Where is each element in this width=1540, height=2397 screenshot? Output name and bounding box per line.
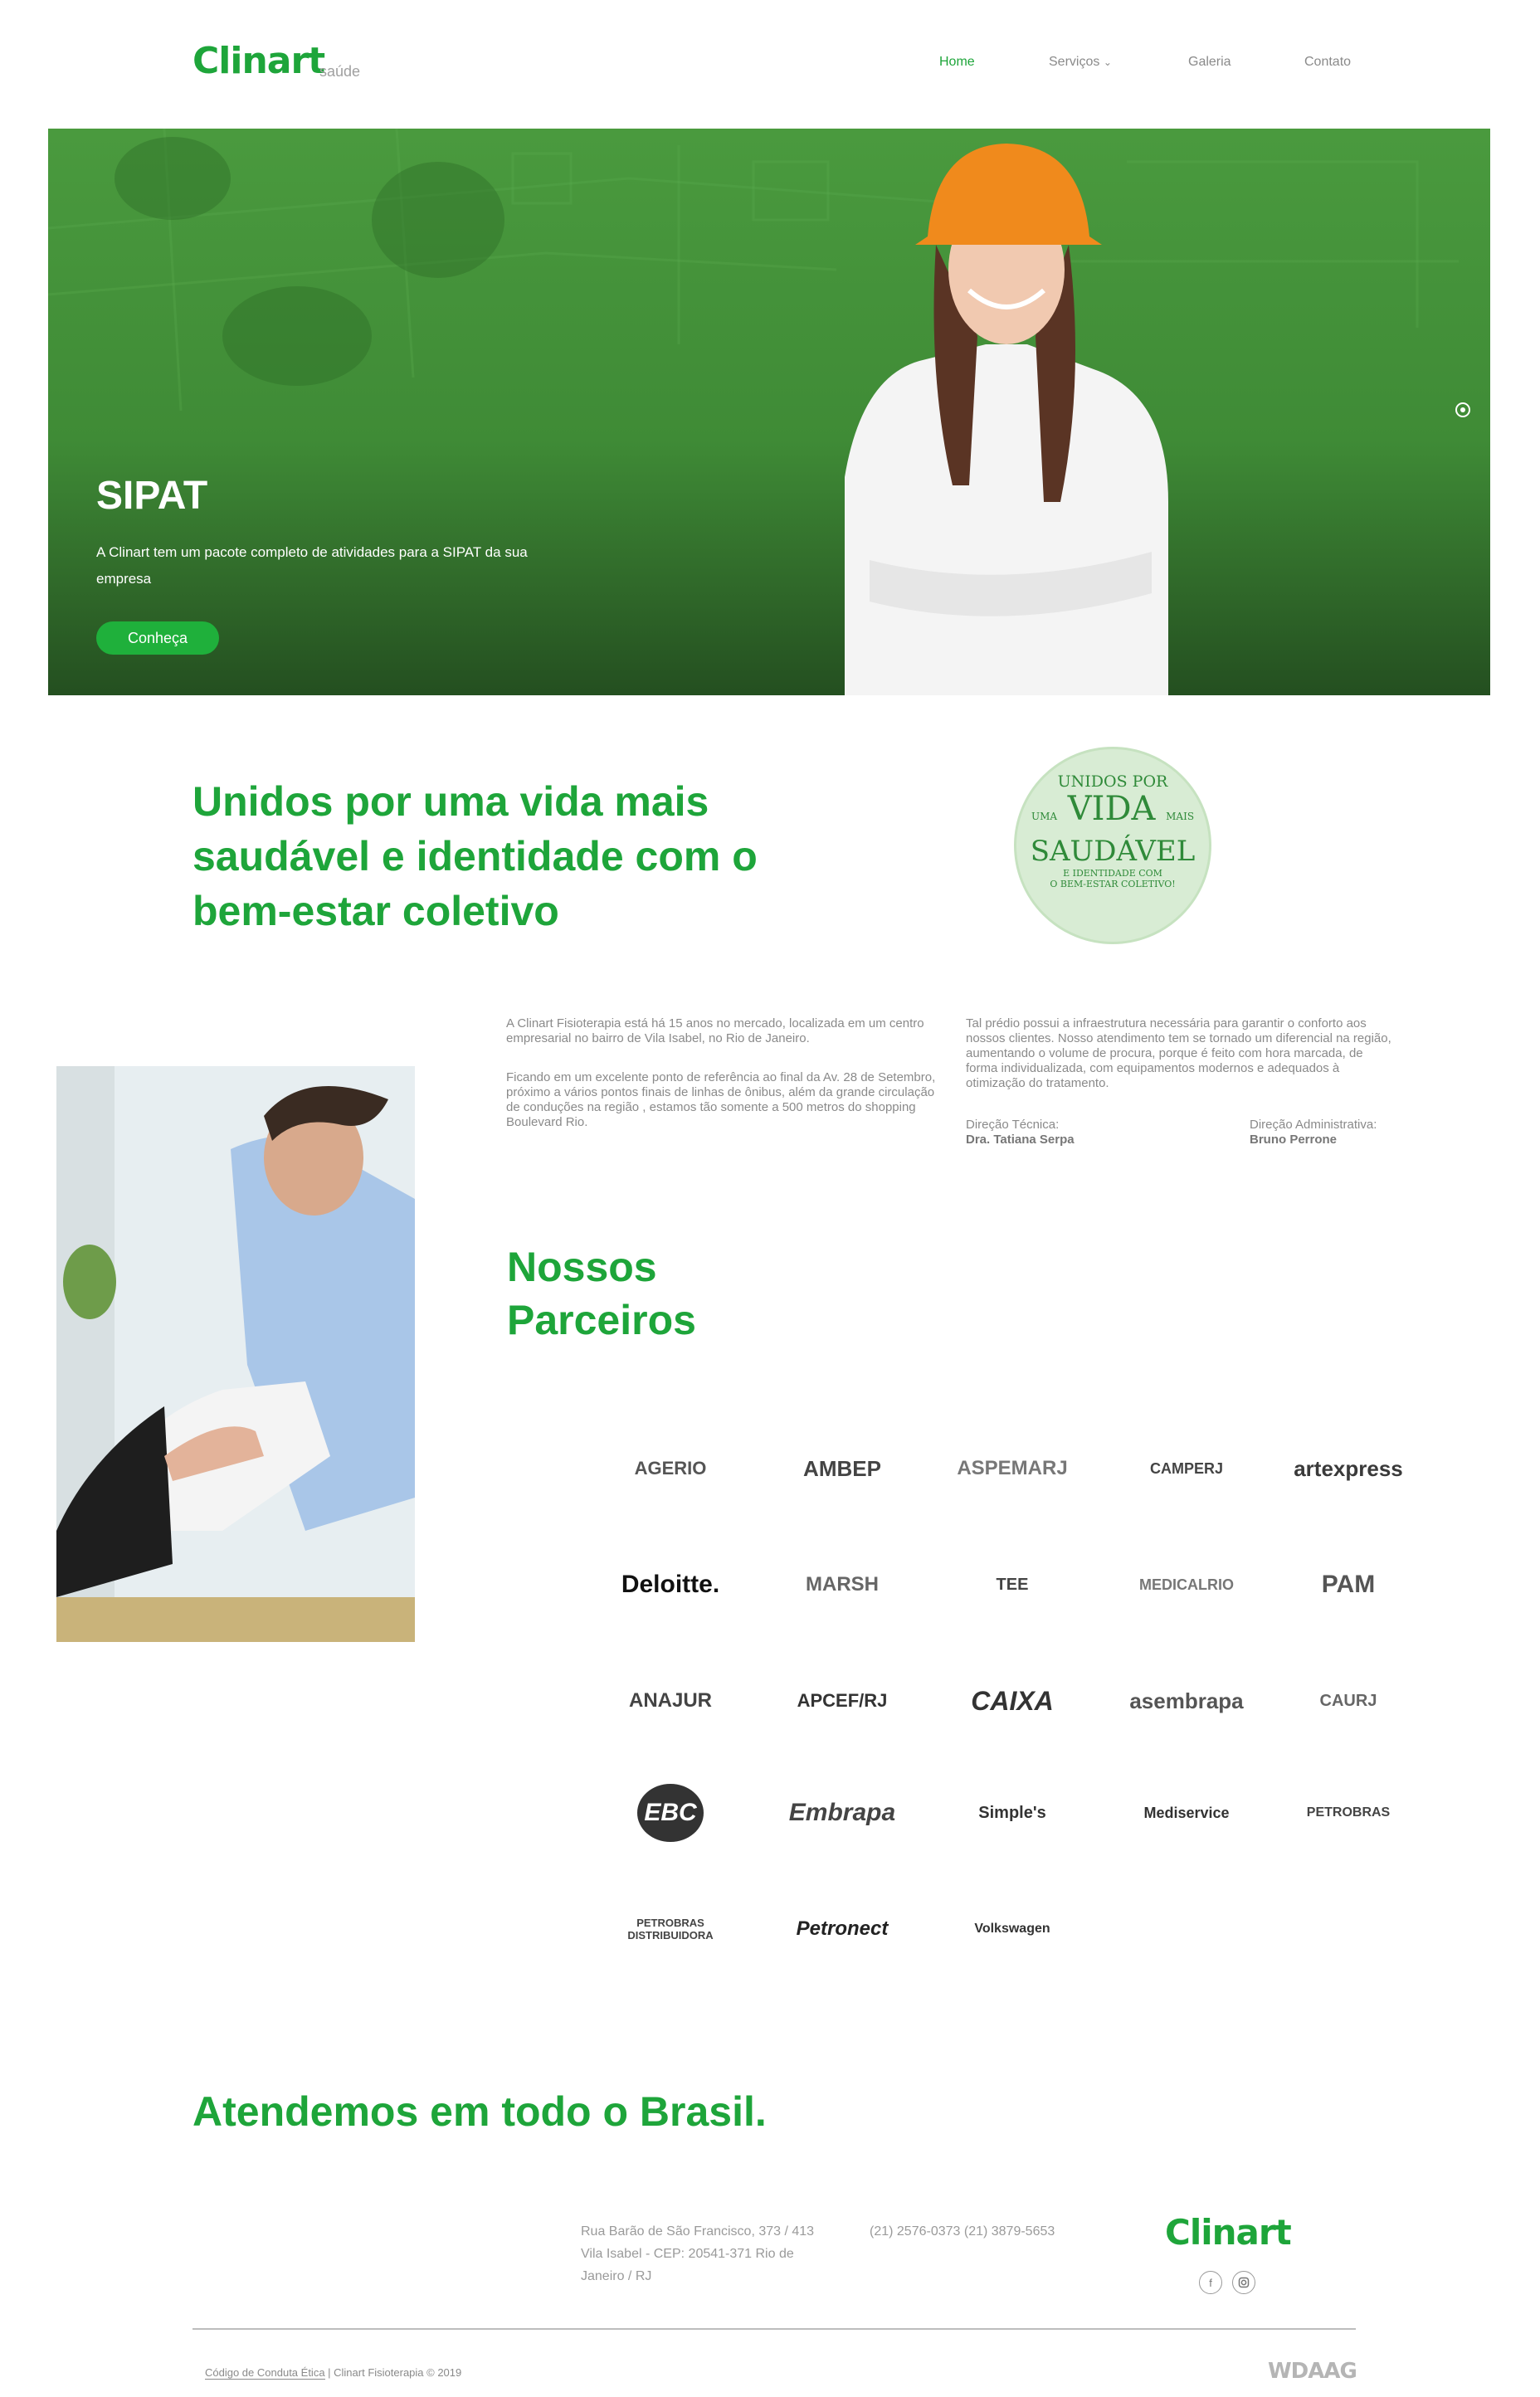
badge-line5: O BEM-ESTAR COLETIVO!	[1050, 879, 1176, 889]
partner-logo-apcef-rj: APCEF/RJ	[797, 1690, 888, 1711]
badge-line2a: UMA	[1031, 811, 1058, 822]
nav-contato[interactable]: Contato	[1304, 55, 1351, 70]
hero-banner: SIPAT A Clinart tem um pacote completo d…	[48, 129, 1490, 695]
partner-logo-anajur: ANAJUR	[628, 1689, 712, 1712]
partner-logo-artexpress: artexpress	[1294, 1455, 1403, 1481]
partner-logo-simple-s: Simple's	[978, 1803, 1046, 1822]
nav-galeria[interactable]: Galeria	[1188, 55, 1231, 70]
partner-logo-petrobras: PETROBRAS	[1306, 1805, 1391, 1820]
nav-home[interactable]: Home	[939, 55, 975, 70]
partners-heading: Nossos Parceiros	[507, 1240, 696, 1347]
tech-name: Dra. Tatiana Serpa	[966, 1133, 1075, 1147]
footer-address: Rua Barão de São Francisco, 373 / 413 Vi…	[581, 2220, 846, 2287]
slider-dot[interactable]	[1455, 402, 1470, 417]
footer-logo[interactable]: Clinart	[1165, 2212, 1292, 2253]
badge-line1: UNIDOS POR	[1057, 772, 1168, 791]
header-logo[interactable]: Clinart	[192, 40, 325, 82]
partner-logo-deloitte: Deloitte.	[621, 1571, 720, 1598]
instagram-icon[interactable]	[1232, 2271, 1255, 2294]
chevron-down-icon: ⌄	[1103, 56, 1112, 68]
partner-logo-embrapa: Embrapa	[788, 1799, 896, 1826]
footer-divider	[192, 2328, 1356, 2330]
physiotherapy-photo	[56, 1066, 415, 1642]
partner-logo-petronect: Petronect	[796, 1917, 889, 1940]
hero-description: A Clinart tem um pacote completo de ativ…	[96, 544, 528, 587]
copyright-text: | Clinart Fisioterapia © 2019	[324, 2366, 462, 2379]
tech-label: Direção Técnica:	[966, 1118, 1060, 1132]
badge-line2b: VIDA	[1067, 790, 1156, 828]
partner-logo-camperj: CAMPERJ	[1149, 1459, 1223, 1477]
partner-logo-petrobras-distribuidora: PETROBRAS DISTRIBUIDORA	[627, 1917, 714, 1941]
about-col1-p2: Ficando em um excelente ponto de referên…	[506, 1070, 936, 1129]
partner-logo-mediservice: Mediservice	[1143, 1804, 1230, 1821]
partner-logo-agerio: AGERIO	[634, 1458, 707, 1479]
partner-logo-ebc: EBC	[637, 1784, 704, 1842]
hero-cta-button[interactable]: Conheça	[96, 621, 219, 655]
footer-phones: (21) 2576-0373 (21) 3879-5653	[870, 2224, 1055, 2239]
partners-heading-line1: Nossos	[507, 1244, 657, 1290]
footer-address-line1: Rua Barão de São Francisco, 373 / 413	[581, 2224, 815, 2239]
about-col1-p1: A Clinart Fisioterapia está há 15 anos n…	[506, 1016, 924, 1045]
about-col2-p1: Tal prédio possui a infraestrutura neces…	[966, 1016, 1391, 1090]
footer-address-line3: Janeiro / RJ	[581, 2269, 652, 2283]
partner-logo-aspemarj: ASPEMARJ	[957, 1457, 1068, 1479]
partner-logo-ambep: AMBEP	[803, 1455, 881, 1481]
partner-logo-marsh: MARSH	[806, 1573, 879, 1596]
partner-logo-pam: PAM	[1321, 1571, 1376, 1598]
admin-name: Bruno Perrone	[1250, 1133, 1338, 1147]
header-logo-sub: saúde	[319, 63, 361, 80]
woman-with-hardhat-image	[845, 144, 1168, 695]
conduct-code-link[interactable]: Código de Conduta Ética	[205, 2366, 325, 2380]
office-background-image	[48, 129, 1459, 695]
badge-graphic: UNIDOS POR UMA VIDA MAIS SAUDÁVEL E IDEN…	[1014, 747, 1211, 944]
developer-credit-logo[interactable]: WDAAG	[1268, 2359, 1357, 2384]
coverage-heading: Atendemos em todo o Brasil.	[192, 2088, 767, 2135]
partner-logo-volkswagen: Volkswagen	[974, 1922, 1050, 1936]
partner-logo-tee: TEE	[996, 1575, 1029, 1594]
nav-servicos[interactable]: Serviços ⌄	[1049, 55, 1112, 70]
facebook-icon[interactable]: f	[1199, 2271, 1222, 2294]
hero-title: SIPAT	[96, 474, 208, 518]
badge-line2c: MAIS	[1166, 811, 1195, 822]
partners-heading-line2: Parceiros	[507, 1297, 696, 1343]
partner-logo-medicalrio: MEDICALRIO	[1139, 1576, 1234, 1593]
partner-logo-asembrapa: asembrapa	[1129, 1688, 1244, 1713]
partner-logo-caixa: CAIXA	[971, 1685, 1054, 1716]
admin-label: Direção Administrativa:	[1250, 1118, 1377, 1132]
partner-logo-caurj: CAURJ	[1319, 1691, 1377, 1710]
footer-address-line2: Vila Isabel - CEP: 20541-371 Rio de	[581, 2247, 794, 2261]
intro-heading: Unidos por uma vida mais saudável e iden…	[192, 778, 758, 934]
badge-line3: SAUDÁVEL	[1030, 835, 1196, 868]
badge-line4: E IDENTIDADE COM	[1063, 868, 1162, 879]
footer-copyright: Código de Conduta Ética | Clinart Fisiot…	[205, 2366, 462, 2380]
